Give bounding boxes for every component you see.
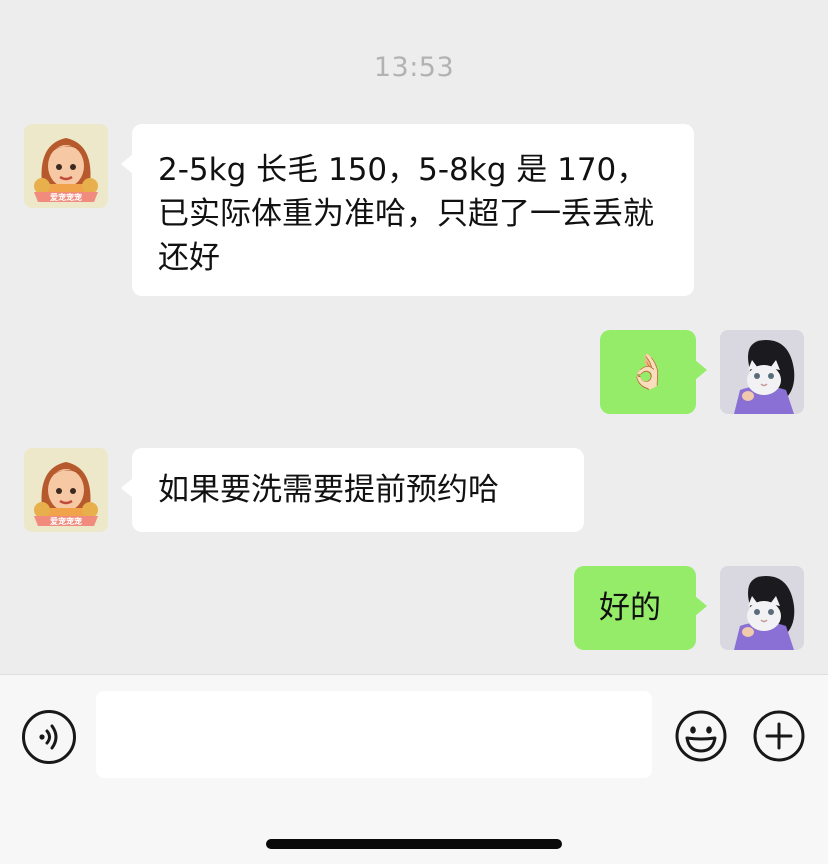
bubble-tail — [695, 360, 707, 380]
user-avatar[interactable] — [720, 330, 804, 414]
user-avatar-white-cat-icon — [720, 566, 804, 650]
bubble-tail — [121, 478, 133, 498]
shop-avatar[interactable]: 爱宠宠宠 — [24, 124, 108, 208]
chat-area[interactable]: 13:53 爱宠宠宠 2-5kg 长毛 150，5-8kg 是 170，已实际体… — [0, 0, 828, 674]
message-text: 好的 — [599, 590, 661, 626]
home-indicator[interactable] — [266, 839, 562, 849]
shop-avatar[interactable]: 爱宠宠宠 — [24, 448, 108, 532]
user-avatar-white-cat-icon — [720, 330, 804, 414]
shop-avatar-cartoon-girl-icon: 爱宠宠宠 — [24, 448, 108, 532]
ok-hand-emoji: 👌🏻 — [626, 352, 670, 392]
message-input[interactable] — [96, 691, 652, 778]
shop-avatar-cartoon-girl-icon: 爱宠宠宠 — [24, 124, 108, 208]
incoming-message-bubble[interactable]: 2-5kg 长毛 150，5-8kg 是 170，已实际体重为准哈，只超了一丢丢… — [121, 124, 694, 296]
timestamp: 13:53 — [373, 52, 455, 83]
shop-avatar-logo-text: 爱宠宠宠 — [50, 516, 82, 526]
emoji-icon — [675, 710, 727, 762]
plus-icon — [753, 710, 805, 762]
emoji-button[interactable] — [674, 709, 728, 763]
user-avatar[interactable] — [720, 566, 804, 650]
shop-avatar-logo-text: 爱宠宠宠 — [50, 192, 82, 202]
message-text: 2-5kg 长毛 150，5-8kg 是 170，已实际体重为准哈，只超了一丢丢… — [158, 152, 654, 276]
voice-icon — [39, 724, 58, 750]
input-toolbar — [0, 674, 828, 864]
outgoing-message-bubble[interactable]: 好的 — [574, 566, 707, 650]
message-text: 如果要洗需要提前预约哈 — [158, 472, 499, 508]
outgoing-message-bubble[interactable]: 👌🏻 — [600, 330, 707, 414]
incoming-message-bubble[interactable]: 如果要洗需要提前预约哈 — [121, 448, 584, 532]
bubble-tail — [121, 154, 133, 174]
bubble-tail — [695, 596, 707, 616]
more-button[interactable] — [752, 709, 806, 763]
voice-button[interactable] — [22, 710, 76, 764]
